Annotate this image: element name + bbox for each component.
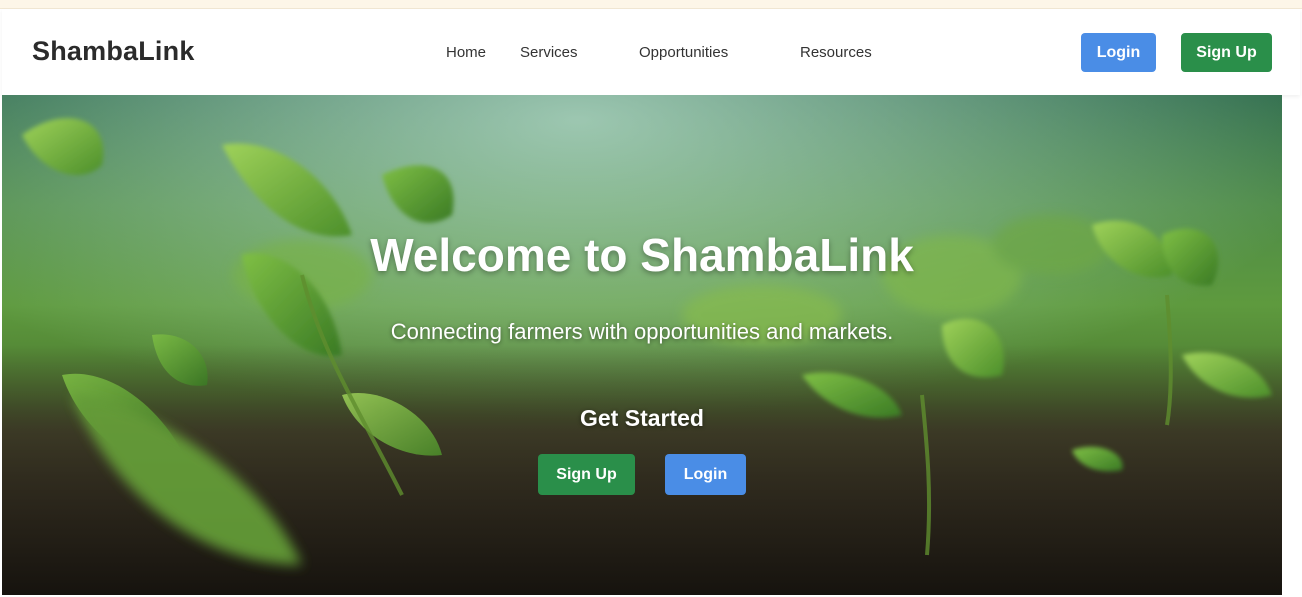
hero-section: Welcome to ShambaLink Connecting farmers… [2, 95, 1282, 595]
hero-subtitle: Connecting farmers with opportunities an… [390, 319, 894, 344]
navbar: ShambaLink Home Services Opportunities R… [2, 9, 1300, 95]
hero-signup-button[interactable]: Sign Up [538, 454, 635, 495]
hero-content: Welcome to ShambaLink Connecting farmers… [2, 95, 1282, 595]
header-signup-button[interactable]: Sign Up [1181, 33, 1272, 72]
top-strip [0, 0, 1302, 9]
nav-link-home[interactable]: Home [446, 44, 486, 61]
brand-logo[interactable]: ShambaLink [32, 36, 195, 67]
header-login-button[interactable]: Login [1081, 33, 1156, 72]
hero-title: Welcome to ShambaLink [370, 229, 914, 281]
hero-login-button[interactable]: Login [665, 454, 746, 495]
get-started-heading: Get Started [580, 405, 704, 431]
nav-link-opportunities[interactable]: Opportunities [639, 44, 728, 61]
nav-link-resources[interactable]: Resources [800, 44, 872, 61]
nav-link-services[interactable]: Services [520, 44, 578, 61]
